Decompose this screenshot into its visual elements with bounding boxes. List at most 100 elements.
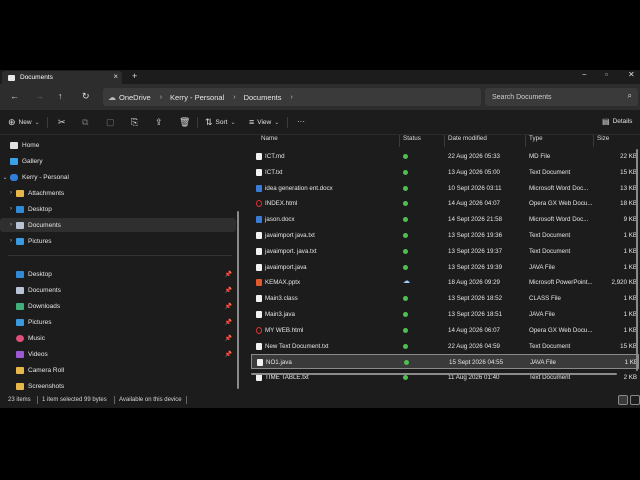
file-size: 15 KB [620,342,637,350]
pin-icon[interactable]: 📌 [225,271,232,278]
table-row[interactable]: INDEX.html 14 Aug 2026 04:07 Opera GX Web … [251,196,639,211]
table-row[interactable]: javaimport.java 13 Sept 2026 19:39 JAVA Fi… [251,260,639,275]
documents-icon [16,221,24,229]
breadcrumb-kerry-personal[interactable]: Kerry - Personal [170,93,224,102]
share-button[interactable]: ⇪ [155,117,166,128]
copy-button[interactable]: ⧉ [82,117,91,128]
table-row[interactable]: javaimport java.txt 13 Sept 2026 19:36 Tex… [251,228,639,243]
column-header-type[interactable]: Type [525,135,543,147]
tab-title: Documents [20,74,53,81]
sort-button[interactable]: ⇅ Sort ⌄ [205,117,236,128]
pictures-icon [16,237,24,245]
horizontal-scrollbar[interactable] [251,373,617,375]
up-button[interactable]: ↑ [58,91,63,101]
rename-button[interactable]: ⎘ [131,117,141,128]
file-name: ICT.md [265,153,285,160]
minimize-button[interactable]: − [582,70,587,79]
more-options-button[interactable]: ··· [297,117,305,126]
synced-status-icon [403,217,408,223]
table-row[interactable]: jason.docx 14 Sept 2026 21:58 Microsoft Wo… [251,212,639,227]
table-row[interactable]: KEMAX.pptx 18 Aug 2026 09:29 Microsoft Pow… [251,275,639,290]
sidebar-item-music[interactable]: Music 📌 [0,331,236,345]
forward-button[interactable]: → [35,91,44,101]
pin-icon[interactable]: 📌 [225,351,232,358]
chevron-right-icon[interactable]: › [6,206,16,212]
search-input[interactable]: Search Documents ⌕ [485,88,638,106]
sidebar-item-videos[interactable]: Videos 📌 [0,347,236,361]
column-header-status[interactable]: Status [399,135,421,147]
new-button[interactable]: ⊕ New ⌄ [8,117,40,128]
table-row[interactable]: ICT.md 22 Aug 2026 05:33 MD File 22 KB [251,149,639,164]
pin-icon[interactable]: 📌 [225,335,232,342]
table-row[interactable]: MY WEB.html 14 Aug 2026 06:07 Opera GX Web… [251,323,639,338]
maximize-button[interactable]: ▫ [605,70,608,79]
chevron-right-icon[interactable]: › [6,222,16,228]
chevron-right-icon[interactable]: › [233,94,235,101]
pin-icon[interactable]: 📌 [225,319,232,326]
file-date-modified: 22 Aug 2026 05:33 [448,153,500,160]
table-row[interactable]: ICT.txt 13 Aug 2026 05:00 Text Document 15 … [251,165,639,180]
table-row[interactable]: javaimport. java.txt 13 Sept 2026 19:37 Te… [251,244,639,259]
file-type: CLASS File [529,295,561,303]
column-header-name[interactable]: Name [261,135,278,147]
breadcrumb-documents[interactable]: Documents [244,93,282,102]
details-view-icon[interactable] [618,395,628,405]
sidebar-item-desktop[interactable]: Desktop 📌 [0,267,236,281]
tab-documents[interactable]: Documents × [2,71,122,84]
paste-button[interactable]: ▢ [106,117,118,128]
synced-status-icon [403,264,408,270]
details-pane-button[interactable]: ▤ Details [602,117,632,126]
chevron-down-icon[interactable]: ⌄ [0,174,10,181]
back-button[interactable]: ← [10,91,19,101]
table-row[interactable]: New Text Document.txt 22 Aug 2026 04:59 Te… [251,339,639,354]
file-type: Microsoft Word Doc... [529,184,589,192]
table-row[interactable]: NO1.java 15 Sept 2026 04:55 JAVA File 1 KB [251,354,639,370]
close-tab-icon[interactable]: × [113,72,118,81]
file-list: Name Status Date modified Type Size ICT.… [245,135,640,391]
chevron-right-icon[interactable]: › [291,94,293,101]
sidebar-item-desktop-onedrive[interactable]: › Desktop [0,202,236,216]
breadcrumb-onedrive[interactable]: OneDrive [119,93,151,102]
sidebar-item-pictures[interactable]: Pictures 📌 [0,315,236,329]
chevron-right-icon[interactable]: › [6,238,16,244]
pictures-icon [16,318,24,326]
toolbar-divider [287,117,288,128]
folder-icon [8,74,15,81]
sidebar-scrollbar[interactable] [237,211,239,389]
tiles-view-icon[interactable] [630,395,640,405]
new-tab-button[interactable]: + [132,71,137,81]
view-button[interactable]: ≡ View ⌄ [249,117,279,127]
file-list-scrollbar[interactable] [636,149,638,371]
file-icon [256,374,262,382]
chevron-right-icon[interactable]: › [6,190,16,196]
sidebar-item-screenshots[interactable]: Screenshots [0,379,236,393]
sidebar-item-documents[interactable]: Documents 📌 [0,283,236,297]
sidebar-item-downloads[interactable]: Downloads 📌 [0,299,236,313]
sidebar-divider [8,255,232,256]
table-row[interactable]: idea generation ent.docx 10 Sept 2026 03:… [251,181,639,196]
address-bar[interactable]: ☁ OneDrive › Kerry - Personal › Document… [103,88,481,106]
delete-button[interactable]: 🗑 [179,117,193,128]
pin-icon[interactable]: 📌 [225,303,232,310]
table-row[interactable]: Main3.java 13 Sept 2026 18:51 JAVA File 1 K… [251,307,639,322]
sidebar-item-documents-onedrive[interactable]: › Documents [0,218,236,232]
table-row[interactable]: Main3.class 13 Sept 2026 18:52 CLASS File 1… [251,291,639,306]
column-header-date-modified[interactable]: Date modified [444,135,487,147]
sidebar-item-gallery[interactable]: Gallery [0,154,236,168]
sidebar-item-pictures-onedrive[interactable]: › Pictures [0,234,236,248]
synced-status-icon [403,248,408,254]
sidebar-item-camera-roll[interactable]: Camera Roll [0,363,236,377]
folder-icon [16,366,24,374]
pin-icon[interactable]: 📌 [225,287,232,294]
refresh-button[interactable]: ↻ [82,91,90,101]
paste-icon: ▢ [106,117,115,127]
column-header-size[interactable]: Size [593,135,609,147]
sidebar-item-home[interactable]: Home [0,138,236,152]
sidebar-item-onedrive[interactable]: ⌄ Kerry - Personal [0,170,236,184]
trash-icon: 🗑 [179,117,191,127]
cut-button[interactable]: ✂ [58,117,69,128]
close-window-button[interactable]: ✕ [628,70,635,79]
word-icon [256,184,262,192]
sidebar-item-attachments[interactable]: › Attachments [0,186,236,200]
chevron-right-icon[interactable]: › [160,94,162,101]
